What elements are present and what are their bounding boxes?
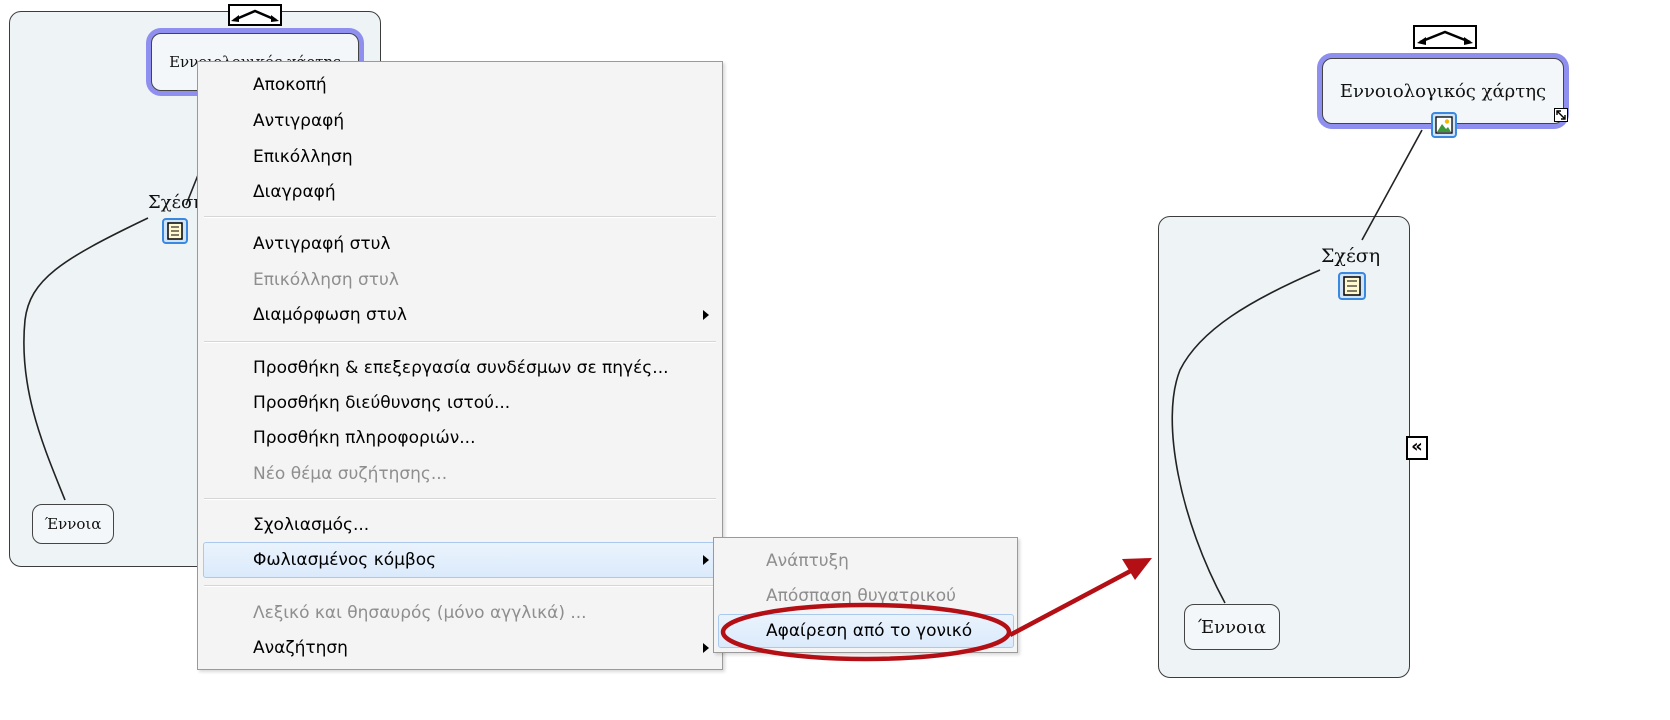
right-concept-label: Έννοια [1197,616,1267,638]
right-expand-handle-icon[interactable] [1413,25,1477,49]
right-resource-document-icon[interactable] [1338,272,1366,300]
right-image-resource-icon[interactable] [1431,112,1457,138]
right-concept-node[interactable]: Έννοια [1184,604,1280,650]
annotation-ellipse [720,602,1012,662]
right-connection-lines [1171,129,1423,604]
right-root-concept-label: Εννοιολογικός χάρτης [1339,80,1547,102]
collapse-chevron-icon: « [1411,436,1423,457]
resize-handle-icon[interactable] [1554,108,1568,122]
collapse-panel-button[interactable]: « [1406,436,1428,460]
right-link-phrase-label[interactable]: Σχέση [1321,245,1380,267]
